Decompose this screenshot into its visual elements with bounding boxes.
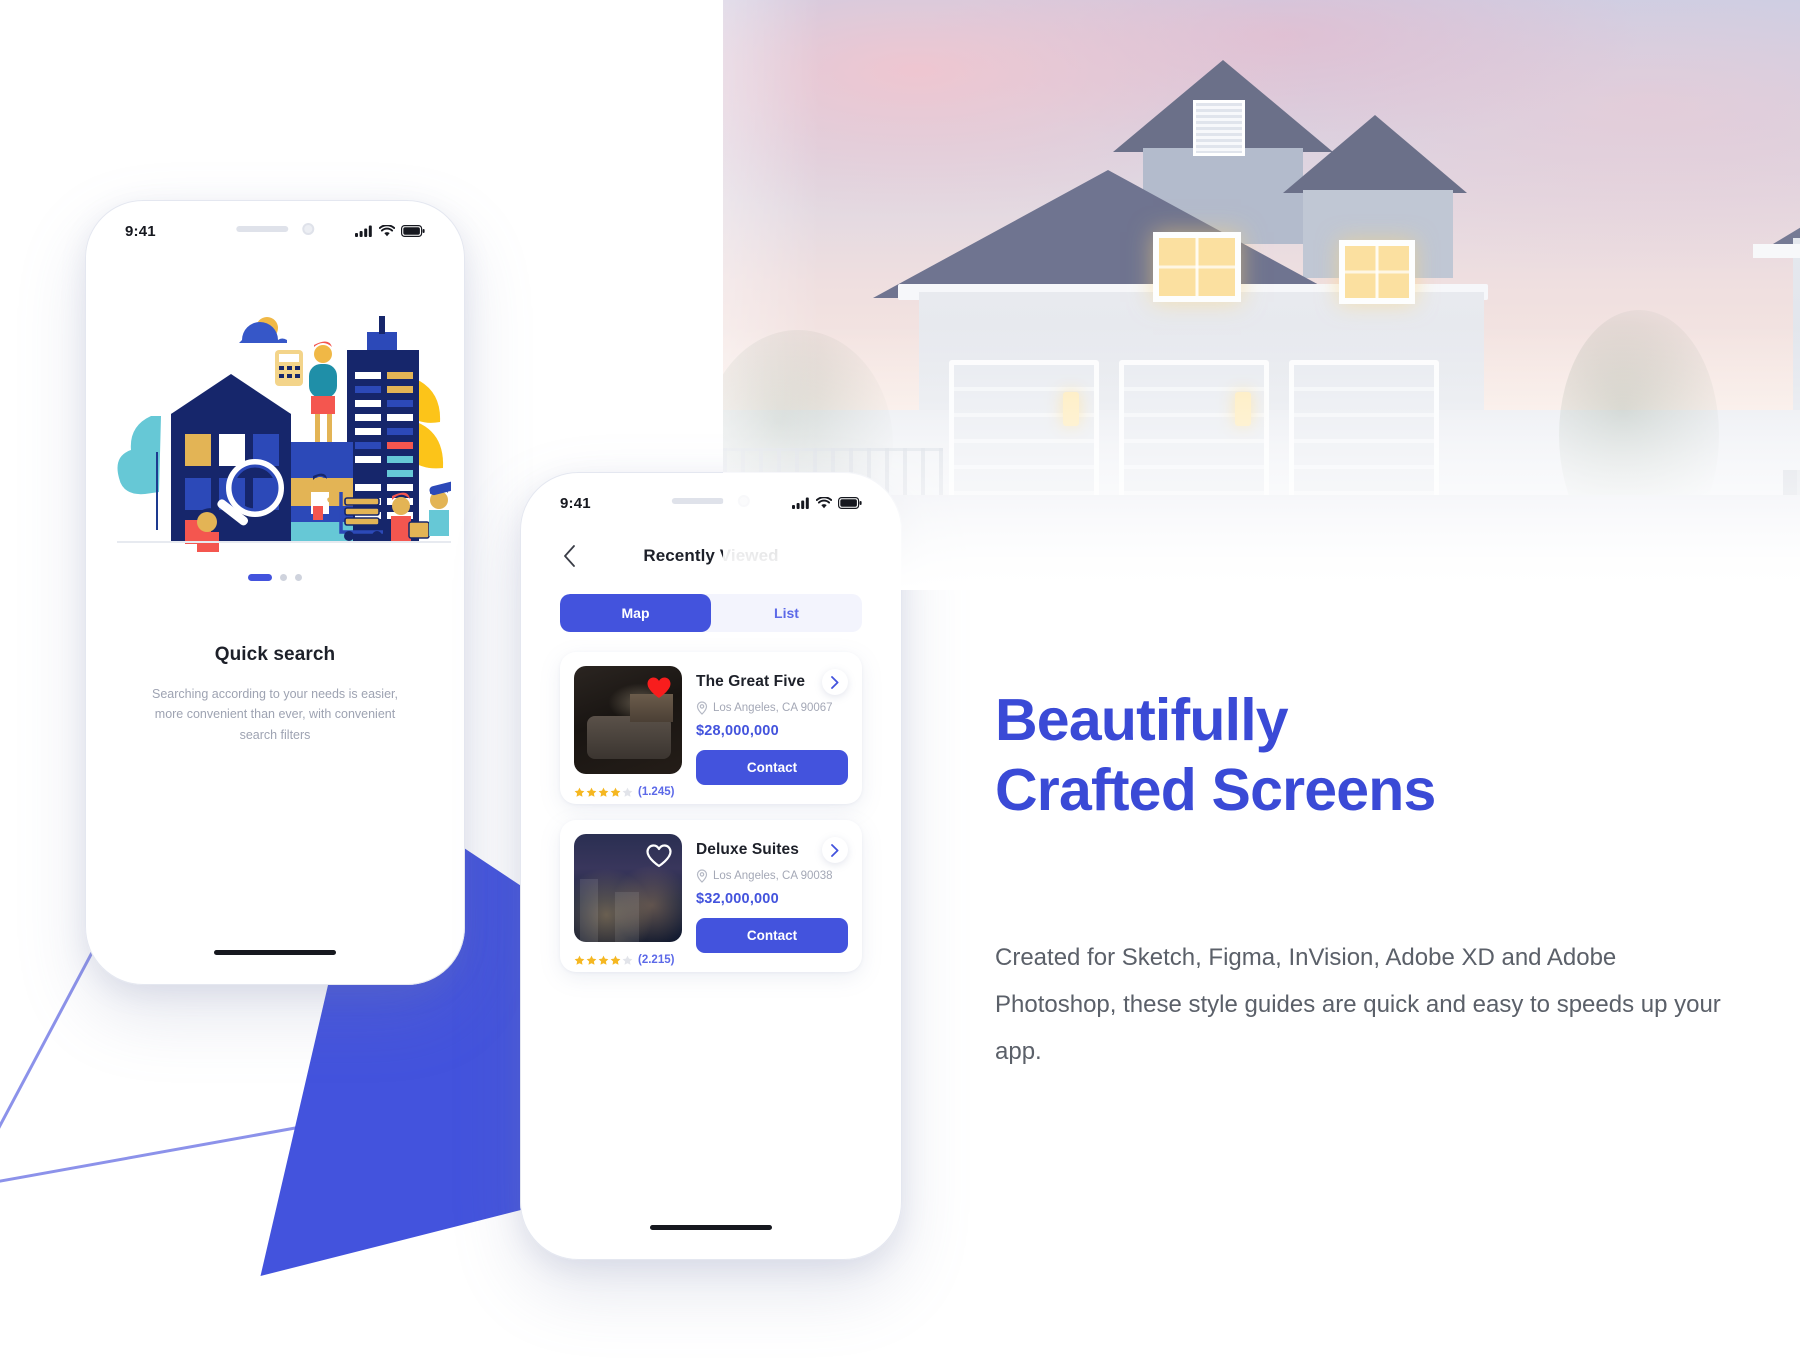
real-estate-search-illustration <box>117 316 451 554</box>
battery-icon <box>838 497 862 509</box>
property-thumbnail[interactable] <box>574 834 682 942</box>
pager-dot-3[interactable] <box>295 574 302 581</box>
pager-dot-1[interactable] <box>248 574 272 581</box>
heart-outline-icon[interactable] <box>646 844 672 868</box>
chevron-right-icon <box>831 843 839 857</box>
phone1-status-bar: 9:41 <box>99 214 451 248</box>
right-wing-fascia <box>1753 244 1800 258</box>
star-filled-icon <box>598 955 609 965</box>
home-indicator <box>214 950 336 955</box>
home-indicator <box>650 1225 772 1230</box>
onboarding-illustration <box>99 292 451 554</box>
property-address: Los Angeles, CA 90038 <box>713 870 833 882</box>
property-price: $32,000,000 <box>696 891 779 907</box>
marketing-headline: Beautifully Crafted Screens <box>995 686 1695 825</box>
star-filled-icon <box>610 955 621 965</box>
poster-canvas: 9:41 Quick search Searching according to… <box>0 0 1800 1360</box>
open-property-button[interactable] <box>822 837 848 863</box>
phone2-status-bar: 9:41 <box>534 486 888 520</box>
garage-roof <box>873 170 1343 298</box>
battery-icon <box>401 225 425 237</box>
status-icons <box>792 497 862 509</box>
star-filled-icon <box>586 787 597 797</box>
onboarding-pager-dots[interactable] <box>248 574 302 581</box>
attic-vent-left <box>1193 100 1245 156</box>
onboarding-description: Searching according to your needs is eas… <box>152 687 398 742</box>
headline-line-1: Beautifully <box>995 687 1289 753</box>
heart-filled-icon[interactable] <box>646 676 672 700</box>
wifi-icon <box>379 225 395 237</box>
star-rating <box>574 955 633 966</box>
tab-list[interactable]: List <box>711 594 862 632</box>
star-rating <box>574 787 633 798</box>
chevron-left-icon <box>563 545 575 567</box>
status-icons <box>355 225 425 237</box>
phone1-screen: 9:41 Quick search Searching according to… <box>99 214 451 971</box>
star-filled-icon <box>574 955 585 965</box>
star-filled-icon <box>598 787 609 797</box>
page-title: Recently Viewed <box>643 546 779 565</box>
back-button[interactable] <box>556 543 582 569</box>
signal-bars-icon <box>355 225 372 237</box>
property-address-row: Los Angeles, CA 90067 <box>696 701 848 715</box>
contact-button[interactable]: Contact <box>696 750 848 785</box>
property-card[interactable]: Deluxe Suites Los Angeles, CA 90038 $32,… <box>560 820 862 972</box>
headline-line-2: Crafted Screens <box>995 756 1436 823</box>
star-empty-icon <box>622 787 633 797</box>
onboarding-title: Quick search <box>214 644 336 665</box>
property-thumbnail[interactable] <box>574 666 682 774</box>
tab-map[interactable]: Map <box>560 594 711 632</box>
rating-count: (1.245) <box>638 786 675 798</box>
property-header: The Great Five <box>696 669 848 695</box>
property-card[interactable]: The Great Five Los Angeles, CA 90067 $28… <box>560 652 862 804</box>
nav-bar: Recently Viewed <box>534 530 888 582</box>
property-price: $28,000,000 <box>696 723 779 739</box>
porch-lamp-1 <box>1063 392 1079 426</box>
property-name: Deluxe Suites <box>696 841 799 858</box>
property-header: Deluxe Suites <box>696 837 848 863</box>
rating-count: (2.215) <box>638 954 675 966</box>
lit-window-1 <box>1153 232 1241 302</box>
star-filled-icon <box>586 955 597 965</box>
star-filled-icon <box>610 787 621 797</box>
wifi-icon <box>816 497 832 509</box>
property-address: Los Angeles, CA 90067 <box>713 702 833 714</box>
phone2-screen: 9:41 Recently Viewed Map List The Great … <box>534 486 888 1246</box>
chevron-right-icon <box>831 675 839 689</box>
open-property-button[interactable] <box>822 669 848 695</box>
marketing-body-text: Created for Sketch, Figma, InVision, Ado… <box>995 944 1721 1065</box>
property-details: Deluxe Suites Los Angeles, CA 90038 $32,… <box>696 834 848 958</box>
property-rating: (1.245) <box>574 786 674 798</box>
property-name: The Great Five <box>696 673 806 690</box>
status-time: 9:41 <box>560 494 591 512</box>
pager-dot-2[interactable] <box>280 574 287 581</box>
status-time: 9:41 <box>125 222 156 240</box>
contact-button[interactable]: Contact <box>696 918 848 953</box>
location-pin-icon <box>696 869 708 883</box>
property-details: The Great Five Los Angeles, CA 90067 $28… <box>696 666 848 790</box>
phone-mockup-onboarding: 9:41 Quick search Searching according to… <box>85 200 465 985</box>
signal-bars-icon <box>792 497 809 509</box>
lit-window-2 <box>1339 240 1415 304</box>
location-pin-icon <box>696 701 708 715</box>
property-address-row: Los Angeles, CA 90038 <box>696 869 848 883</box>
phone-mockup-recently-viewed: 9:41 Recently Viewed Map List The Great … <box>520 472 902 1260</box>
property-rating: (2.215) <box>574 954 674 966</box>
view-mode-segmented-control[interactable]: Map List <box>560 594 862 632</box>
porch-lamp-2 <box>1235 392 1251 426</box>
star-empty-icon <box>622 955 633 965</box>
star-filled-icon <box>574 787 585 797</box>
